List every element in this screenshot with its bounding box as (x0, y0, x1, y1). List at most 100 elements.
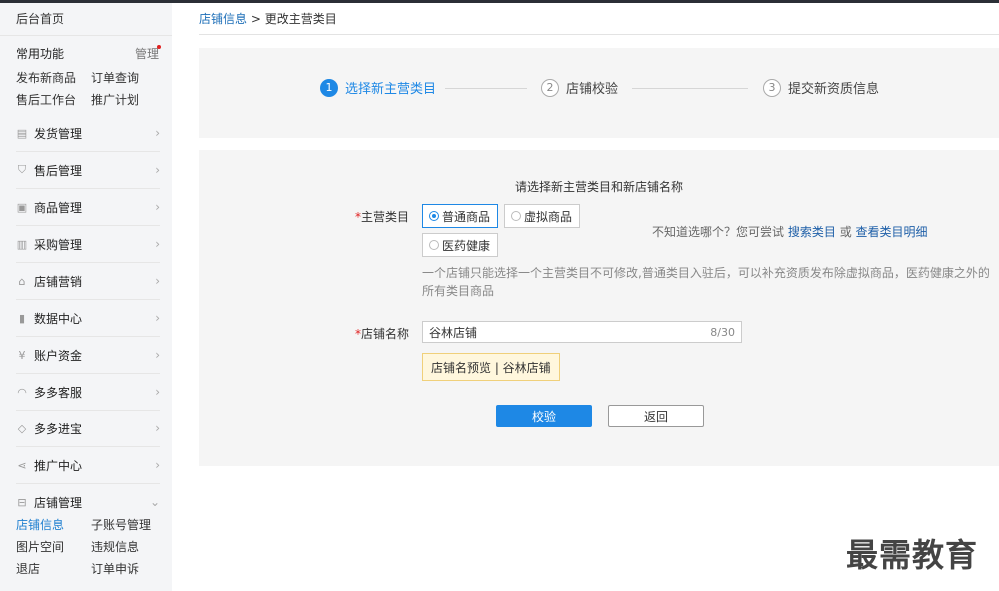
option-virtual-goods[interactable]: 虚拟商品 (504, 204, 581, 228)
yen-icon: ¥ (18, 348, 26, 362)
step-label: 提交新资质信息 (788, 82, 880, 97)
sidebar-item-promotion-center[interactable]: ⋖ 推广中心 › (16, 447, 160, 483)
shop-name-input[interactable]: 谷林店铺 8/30 (422, 321, 742, 343)
gem-icon: ◇ (17, 421, 27, 435)
sidebar-item-funds[interactable]: ¥ 账户资金 › (16, 337, 161, 373)
back-button[interactable]: 返回 (608, 405, 704, 427)
breadcrumb-separator: > (250, 12, 261, 26)
breadcrumb: 店铺信息 > 更改主营类目 (199, 10, 337, 27)
breadcrumb-shop-info-link[interactable]: 店铺信息 (199, 12, 247, 26)
sidebar-item-duoduo-jinbao[interactable]: ◇ 多多进宝 › (16, 410, 160, 446)
search-category-link[interactable]: 搜索类目 (788, 225, 836, 239)
category-label: *主营类目 (355, 210, 410, 224)
option-label: 医药健康 (442, 238, 491, 253)
radio-checked-icon (429, 211, 439, 221)
step-1: 1 选择新主营类目 (320, 78, 436, 97)
chevron-right-icon: › (155, 274, 160, 288)
step-number: 2 (541, 78, 559, 97)
category-details-link[interactable]: 查看类目明细 (856, 225, 928, 239)
submenu-shop-info[interactable]: 店铺信息 (16, 516, 64, 533)
steps-panel: 1 选择新主营类目 2 店铺校验 3 提交新资质信息 (199, 48, 999, 138)
divider (0, 35, 172, 36)
sidebar-item-shop-management[interactable]: ⊟ 店铺管理 ⌄ (16, 484, 160, 520)
step-2: 2 店铺校验 (541, 78, 618, 97)
purchase-icon: ▥ (16, 237, 28, 251)
sidebar-item-goods[interactable]: ▣ 商品管理 › (16, 189, 160, 225)
sidebar-item-label: 店铺营销 (34, 274, 83, 289)
manage-link[interactable]: 管理 (135, 45, 159, 62)
shop-name-value: 谷林店铺 (429, 325, 478, 340)
sidebar-item-label: 售后管理 (34, 163, 83, 178)
box-icon: ▣ (16, 200, 28, 214)
step-label: 选择新主营类目 (345, 82, 437, 97)
submenu-order-appeal[interactable]: 订单申诉 (91, 560, 139, 577)
submenu-violations[interactable]: 违规信息 (91, 538, 139, 555)
submenu-sub-accounts[interactable]: 子账号管理 (91, 516, 151, 533)
chevron-right-icon: › (155, 163, 160, 177)
quick-link-aftersale[interactable]: 售后工作台 (16, 91, 76, 108)
divider (199, 34, 999, 35)
radio-unchecked-icon (511, 211, 521, 221)
sidebar-item-label: 发货管理 (34, 126, 83, 141)
sidebar-item-label: 采购管理 (34, 237, 83, 252)
chevron-right-icon: › (155, 200, 160, 214)
chevron-right-icon: › (155, 385, 160, 399)
sidebar-item-label: 店铺管理 (34, 495, 83, 510)
notification-dot (157, 45, 161, 49)
common-functions-title: 常用功能 (16, 47, 65, 61)
verify-button[interactable]: 校验 (496, 405, 592, 427)
quick-link-promotion[interactable]: 推广计划 (91, 91, 139, 108)
form-panel: 请选择新主营类目和新店铺名称 *主营类目 普通商品 虚拟商品 医药健康 不知道选… (199, 150, 999, 466)
sidebar-item-shipping[interactable]: ▤ 发货管理 › (16, 115, 160, 151)
submenu-close-shop[interactable]: 退店 (16, 560, 40, 577)
shop-name-label: *店铺名称 (355, 327, 410, 341)
option-medical-health[interactable]: 医药健康 (422, 233, 499, 257)
chevron-down-icon: ⌄ (149, 495, 160, 509)
sidebar-item-marketing[interactable]: ⌂ 店铺营销 › (16, 263, 161, 299)
chevron-right-icon: › (155, 237, 160, 251)
chevron-right-icon: › (155, 348, 160, 362)
step-connector (632, 88, 748, 89)
chevron-right-icon: › (155, 126, 160, 140)
step-number: 3 (763, 78, 781, 97)
radio-unchecked-icon (429, 240, 439, 250)
option-normal-goods[interactable]: 普通商品 (422, 204, 499, 228)
char-counter: 8/30 (710, 325, 735, 339)
sidebar-item-label: 商品管理 (34, 200, 83, 215)
watermark-logo: 最需教育 (846, 536, 979, 574)
category-help-hint: 不知道选哪个？您可尝试 搜索类目 或 查看类目明细 (652, 223, 928, 240)
quick-link-orders[interactable]: 订单查询 (91, 69, 139, 86)
step-number: 1 (320, 78, 338, 97)
breadcrumb-current: 更改主营类目 (264, 12, 337, 26)
sidebar-item-data-center[interactable]: ▮ 数据中心 › (16, 300, 160, 336)
quick-link-publish[interactable]: 发布新商品 (16, 69, 76, 86)
chevron-right-icon: › (155, 421, 160, 435)
document-icon: ▤ (16, 126, 28, 140)
hint-or-text: 或 (839, 225, 852, 239)
sidebar-item-customer-service[interactable]: ◠ 多多客服 › (16, 374, 160, 410)
hint-text: 不知道选哪个？您可尝试 (652, 225, 785, 239)
submenu-image-space[interactable]: 图片空间 (16, 538, 64, 555)
option-label: 虚拟商品 (524, 209, 573, 224)
headset-icon: ◠ (17, 385, 27, 399)
sidebar: 后台首页 常用功能 管理 发布新商品 订单查询 售后工作台 推广计划 ▤ 发货管… (0, 3, 172, 591)
shop-icon: ⊟ (17, 495, 27, 509)
sidebar-item-label: 数据中心 (34, 311, 83, 326)
sidebar-item-purchase[interactable]: ▥ 采购管理 › (16, 226, 160, 262)
sidebar-item-label: 推广中心 (34, 458, 83, 473)
store-icon: ⌂ (18, 274, 26, 288)
sidebar-item-label: 账户资金 (34, 348, 83, 363)
category-description: 一个店铺只能选择一个主营类目不可修改,普通类目入驻后，可以补充资质发布除虚拟商品… (422, 266, 990, 298)
share-icon: ⋖ (17, 458, 27, 472)
sidebar-item-aftersale[interactable]: ⛉ 售后管理 › (16, 152, 160, 188)
step-label: 店铺校验 (566, 82, 619, 97)
shop-name-preview: 店铺名预览 | 谷林店铺 (422, 353, 560, 381)
step-connector (445, 88, 527, 89)
form-title: 请选择新主营类目和新店铺名称 (514, 180, 683, 194)
sidebar-home-link[interactable]: 后台首页 (16, 10, 64, 27)
chevron-right-icon: › (155, 458, 160, 472)
sidebar-item-label: 多多客服 (34, 385, 83, 400)
shield-icon: ⛉ (17, 163, 27, 176)
step-3: 3 提交新资质信息 (763, 78, 879, 97)
bar-chart-icon: ▮ (18, 311, 26, 325)
